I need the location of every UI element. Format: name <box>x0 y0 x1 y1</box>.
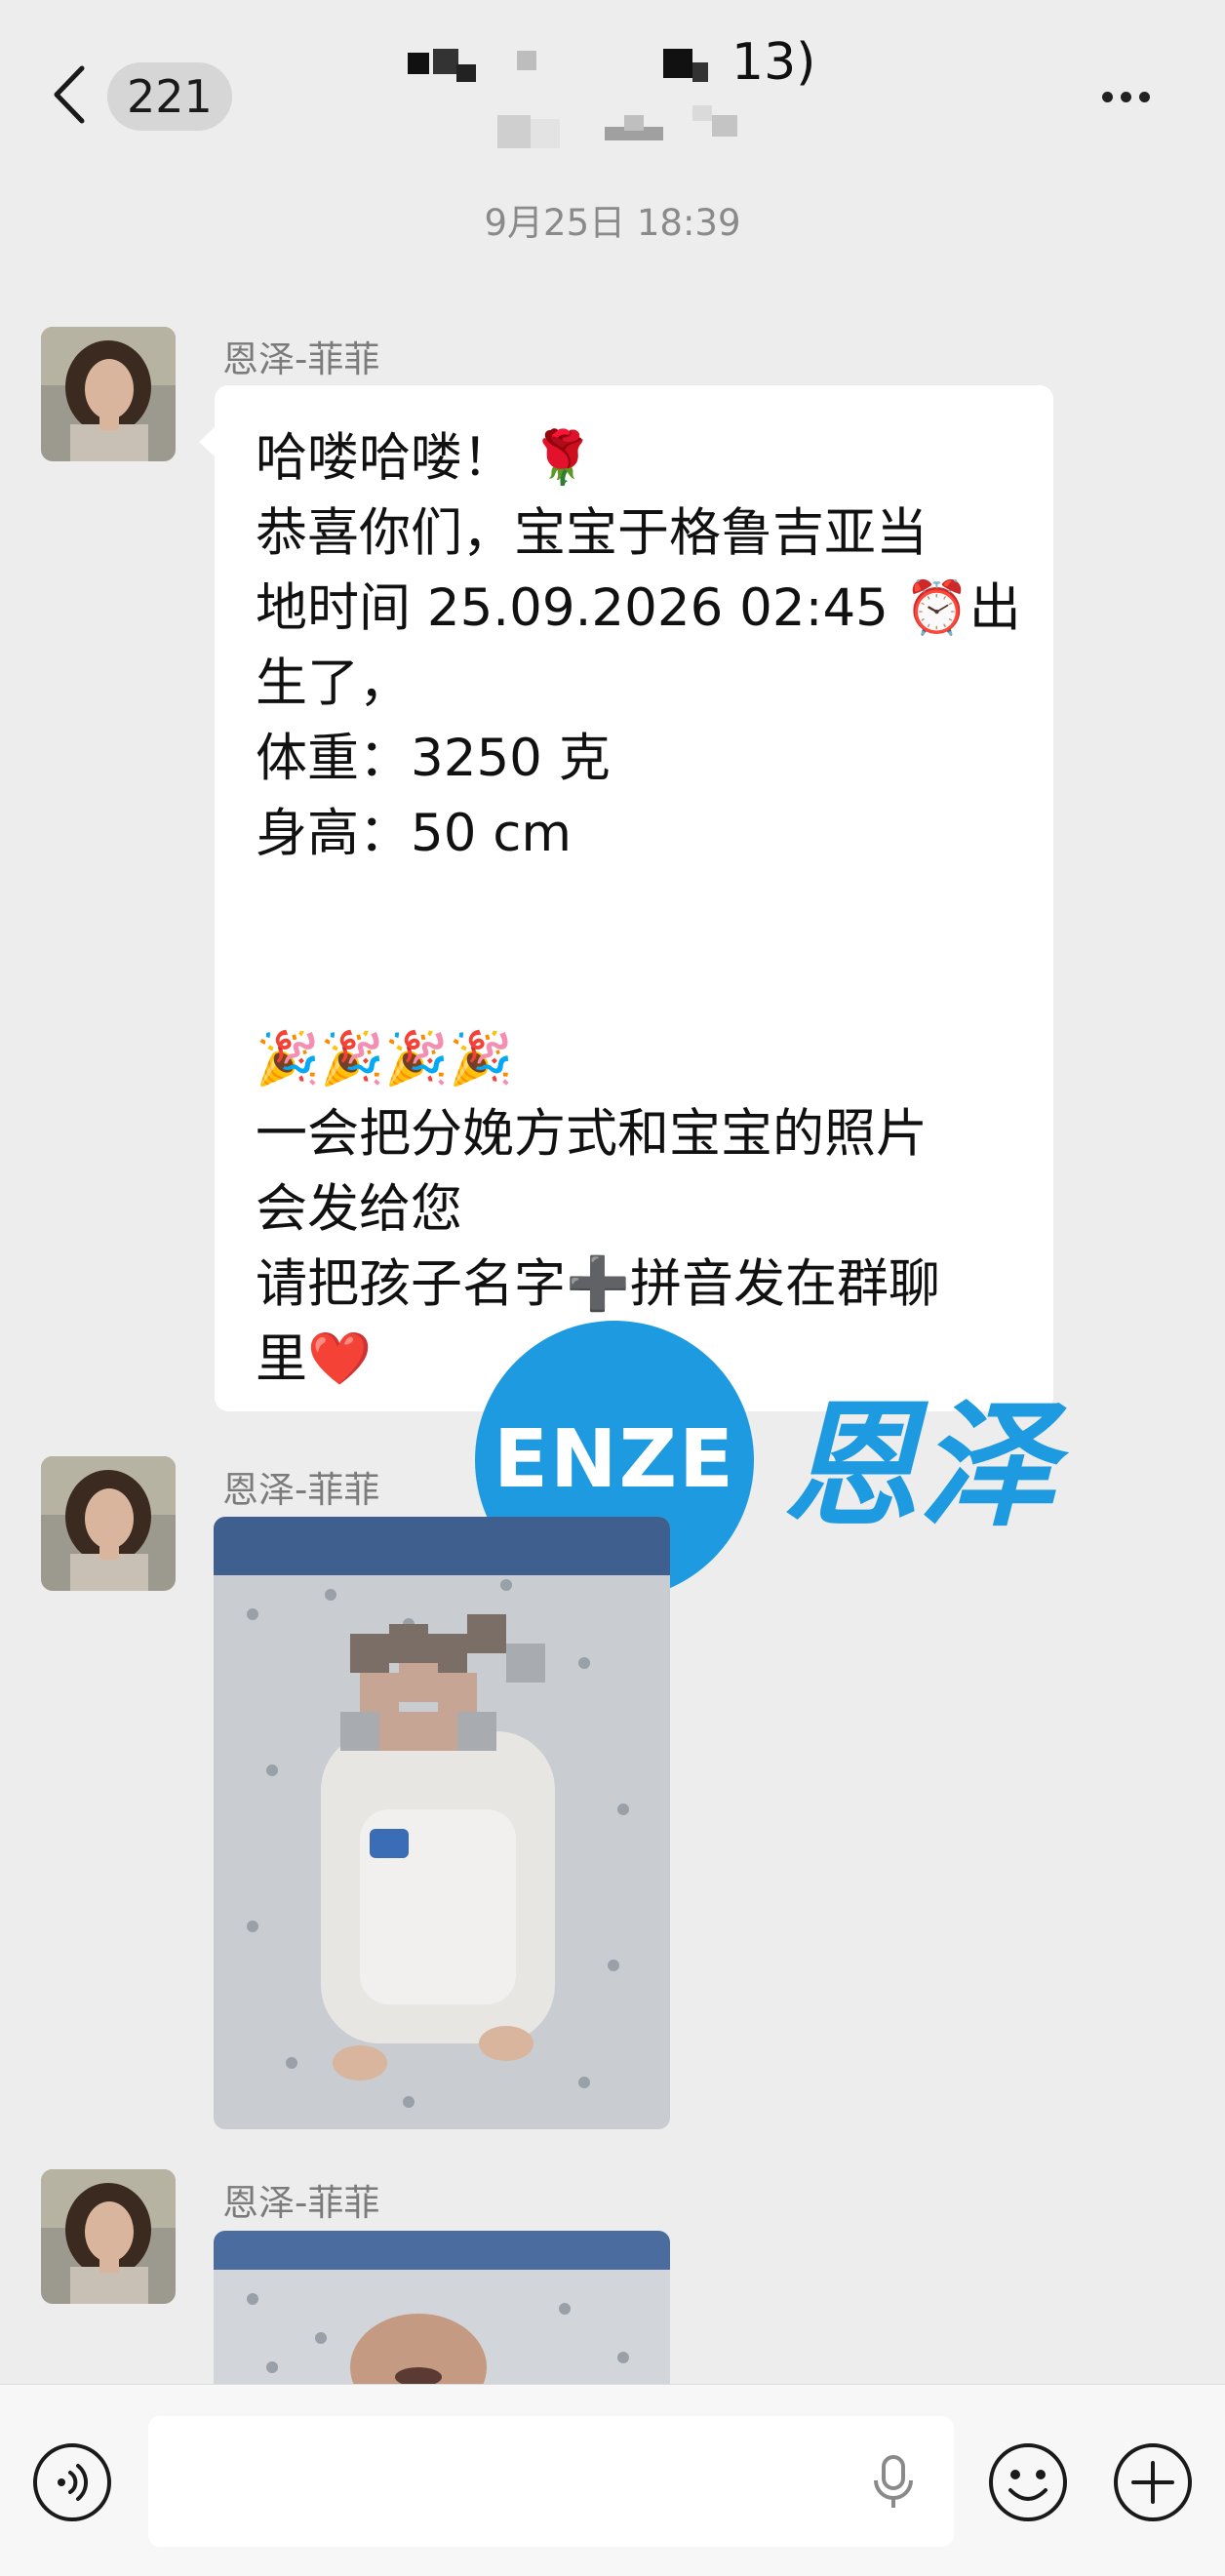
censored-block <box>663 49 692 78</box>
censored-block <box>692 105 712 121</box>
avatar-image <box>41 1456 176 1591</box>
emoji-icon <box>989 2443 1067 2521</box>
censored-block <box>497 115 531 148</box>
avatar-image <box>41 327 176 461</box>
photo-message[interactable] <box>214 1517 670 2129</box>
message-bubble[interactable]: 哈喽哈喽！ 🌹 恭喜你们，宝宝于格鲁吉亚当 地时间 25.09.2026 02:… <box>199 385 1053 1411</box>
chat-header: 221 13) <box>0 0 1225 180</box>
censored-block <box>531 119 560 148</box>
censored-block <box>456 64 476 82</box>
microphone-icon[interactable] <box>868 2453 919 2512</box>
censored-block <box>433 49 458 74</box>
sender-name: 恩泽-菲菲 <box>222 1469 380 1511</box>
chat-title: 13) <box>400 29 829 166</box>
message-text: 哈喽哈喽！ 🌹 恭喜你们，宝宝于格鲁吉亚当 地时间 25.09.2026 02:… <box>256 428 1021 1389</box>
censored-block <box>692 62 708 82</box>
back-arrow-icon <box>54 65 85 124</box>
more-icon <box>1098 68 1176 130</box>
more-button[interactable] <box>1098 68 1176 127</box>
sender-avatar[interactable] <box>41 327 176 461</box>
back-button[interactable] <box>49 60 107 129</box>
censored-block <box>408 53 429 74</box>
plus-icon <box>1114 2443 1192 2521</box>
emoji-button[interactable] <box>985 2439 1071 2525</box>
input-bar <box>0 2384 1225 2576</box>
sender-name: 恩泽-菲菲 <box>222 338 380 380</box>
enze-watermark-text: 恩泽 <box>782 1386 1056 1546</box>
censored-block <box>517 51 536 70</box>
baby-photo <box>214 1517 670 2129</box>
more-actions-button[interactable] <box>1110 2439 1196 2525</box>
avatar-image <box>41 2169 176 2304</box>
censored-block <box>712 115 737 137</box>
message-timestamp: 9月25日 18:39 <box>484 202 741 244</box>
message-input[interactable] <box>148 2416 954 2547</box>
voice-icon <box>33 2443 111 2521</box>
sender-name: 恩泽-菲菲 <box>222 2182 380 2224</box>
baby-photo <box>214 2231 670 2384</box>
sender-avatar[interactable] <box>41 1456 176 1591</box>
chat-title-suffix: 13) <box>731 33 816 92</box>
unread-count-badge[interactable]: 221 <box>107 62 232 131</box>
censored-block <box>624 115 644 131</box>
sender-avatar[interactable] <box>41 2169 176 2304</box>
voice-toggle-button[interactable] <box>29 2439 115 2525</box>
photo-message[interactable] <box>214 2231 670 2384</box>
